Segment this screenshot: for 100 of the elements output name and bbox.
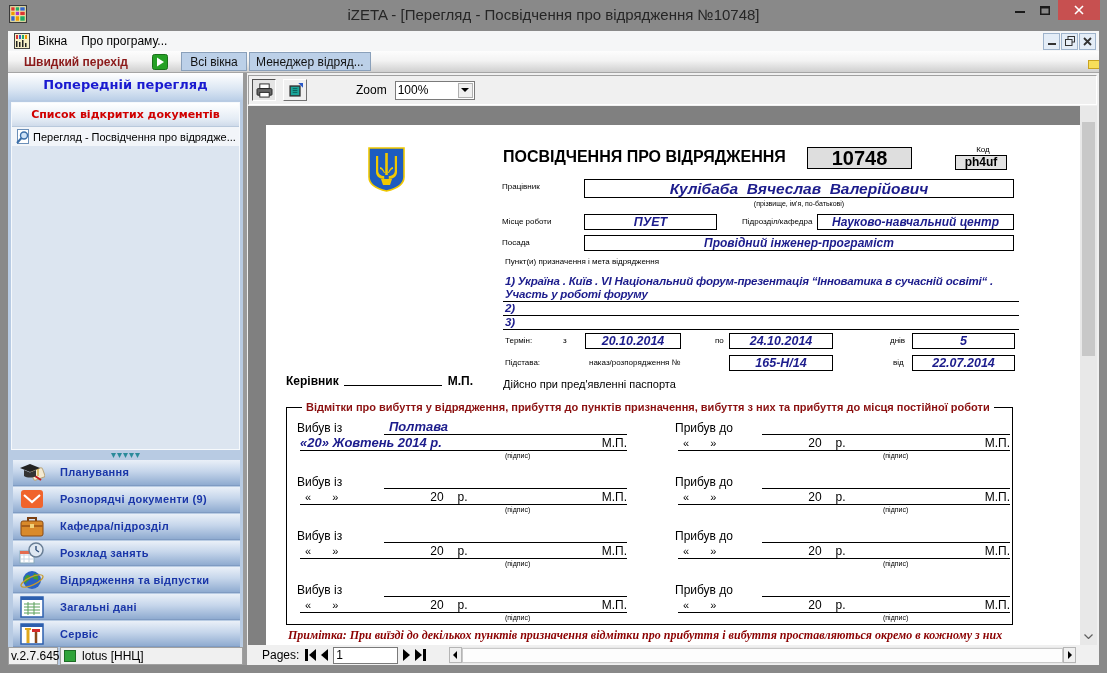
stamp-label: М.П.: [601, 544, 627, 558]
destination-line: 2): [503, 302, 1019, 316]
minimize-icon: [1047, 43, 1056, 45]
page-input[interactable]: 1: [333, 646, 399, 664]
document-title: ПОСВІДЧЕННЯ ПРО ВІДРЯДЖЕННЯ: [502, 147, 787, 167]
toolbar-button[interactable]: Всі вікна: [181, 52, 247, 71]
splitter-grip-icon[interactable]: [110, 452, 141, 458]
first-page-icon[interactable]: [305, 648, 317, 662]
window-title: iZETA - [Перегляд - Посвідчення про відрядження №10748]: [346, 5, 761, 25]
close-icon: [1073, 5, 1084, 15]
scrollbar-thumb[interactable]: [1082, 122, 1095, 356]
field-label: з: [563, 335, 568, 346]
scroll-down-icon[interactable]: [1084, 634, 1093, 639]
date-mark: »: [710, 490, 717, 504]
manager-label: Керівник: [286, 374, 339, 388]
marks-title: Відмітки про вибуття у відрядження, прибуття до пунктів призначення, вибуття з них та прибуття до місця постійної роботи: [305, 401, 991, 413]
form-field: 5: [912, 333, 1015, 349]
date-mark: »: [710, 544, 717, 558]
field-label: по: [715, 335, 725, 346]
nav-button[interactable]: Кафедра/підрозділ: [13, 513, 240, 540]
date-mark: 20: [808, 544, 822, 558]
app-icon: [14, 33, 30, 49]
field-label: наказ/розпорядження №: [589, 357, 682, 368]
entry-label: Вибув із: [297, 475, 344, 489]
document-list-item[interactable]: Перегляд - Посвідчення про відрядже...: [12, 127, 239, 146]
play-icon[interactable]: [152, 53, 168, 70]
document-minimize-button[interactable]: [1043, 32, 1060, 50]
graduation-cap-icon: [19, 461, 45, 484]
place-field: Полтава: [384, 419, 627, 435]
print-button[interactable]: [252, 79, 276, 101]
date-mark: «: [683, 598, 690, 612]
nav-button[interactable]: Сервіс: [13, 621, 240, 647]
nav-button[interactable]: Розпорядчі документи (9): [13, 486, 240, 513]
date-mark: р.: [457, 490, 468, 504]
close-button[interactable]: [1057, 0, 1100, 20]
date-mark: »: [332, 598, 339, 612]
nav-button[interactable]: Загальні дані: [13, 594, 240, 621]
form-field: Провідний інженер-програміст: [584, 235, 1014, 251]
nav-button[interactable]: Планування: [13, 460, 240, 486]
envelope-icon: [19, 488, 45, 511]
document-restore-button[interactable]: [1061, 32, 1078, 50]
sidebar-title: Попередній перегляд: [8, 73, 243, 100]
caret-icon: [461, 88, 470, 92]
tools-icon: [19, 622, 45, 645]
menu-item[interactable]: Вікна: [31, 33, 75, 49]
zoom-label: Zoom: [356, 83, 387, 97]
next-page-icon[interactable]: [403, 648, 412, 662]
entry-label: Прибув до: [675, 421, 734, 435]
entry-label: Прибув до: [675, 475, 734, 489]
date-mark: «: [305, 544, 312, 558]
field-label: Пункт(и) призначення і мета відрядження: [504, 257, 660, 266]
menu-item[interactable]: Про програму...: [74, 33, 175, 49]
stamp-label: М.П.: [601, 490, 627, 504]
stamp-label: М.П.: [984, 490, 1010, 504]
field-label: днів: [890, 335, 907, 346]
form-field: 165-Н/14: [729, 355, 833, 371]
entry-label: Вибув із: [297, 583, 344, 597]
date-mark: 20: [430, 598, 444, 612]
printer-icon: [255, 82, 273, 98]
briefcase-icon: [19, 515, 45, 538]
code-label: Код: [975, 145, 990, 155]
last-page-icon[interactable]: [415, 648, 427, 662]
clock-calendar-icon: [19, 542, 45, 564]
zoom-select[interactable]: 100%: [394, 80, 475, 100]
date-text: «20» Жовтень 2014 р.: [300, 435, 442, 450]
form-field: Науково-навчальний центр: [817, 214, 1014, 230]
nav-button[interactable]: Відрядження та відпустки: [13, 567, 240, 594]
status-light-icon: [64, 650, 76, 662]
date-mark: «: [683, 490, 690, 504]
export-button[interactable]: [283, 79, 307, 101]
field-label: Місце роботи: [501, 216, 553, 227]
field-label: Підстава:: [505, 357, 542, 368]
entry-label: Прибув до: [675, 529, 734, 543]
date-mark: р.: [835, 490, 846, 504]
field-label: Підрозділ/кафедра: [741, 216, 814, 227]
document-list-title: Список відкритих документів: [12, 103, 239, 127]
stamp-label: М.П.: [984, 436, 1010, 450]
date-mark: 20: [808, 598, 822, 612]
date-mark: 20: [808, 436, 822, 450]
date-mark: р.: [835, 598, 846, 612]
scroll-right-icon[interactable]: [1063, 647, 1077, 663]
nav-button[interactable]: Розклад занять: [13, 540, 240, 567]
date-mark: р.: [457, 544, 468, 558]
quick-nav-label: Швидкий перехід: [24, 54, 129, 69]
date-mark: «: [683, 436, 690, 450]
date-mark: »: [710, 598, 717, 612]
toolbar-button[interactable]: Менеджер відряд...: [249, 52, 371, 71]
date-mark: »: [332, 544, 339, 558]
document-close-button[interactable]: [1079, 32, 1096, 50]
spreadsheet-icon: [19, 595, 45, 618]
code-field: ph4uf: [955, 155, 1007, 170]
globe-icon: [19, 568, 45, 591]
horizontal-scrollbar[interactable]: [449, 646, 1077, 664]
app-icon: [9, 5, 27, 23]
version-label: v.2.7.645: [8, 647, 58, 665]
date-mark: 20: [808, 490, 822, 504]
vertical-scrollbar[interactable]: [1080, 106, 1097, 645]
previous-page-icon[interactable]: [320, 648, 329, 662]
scroll-left-icon[interactable]: [449, 647, 463, 663]
date-mark: р.: [835, 436, 846, 450]
